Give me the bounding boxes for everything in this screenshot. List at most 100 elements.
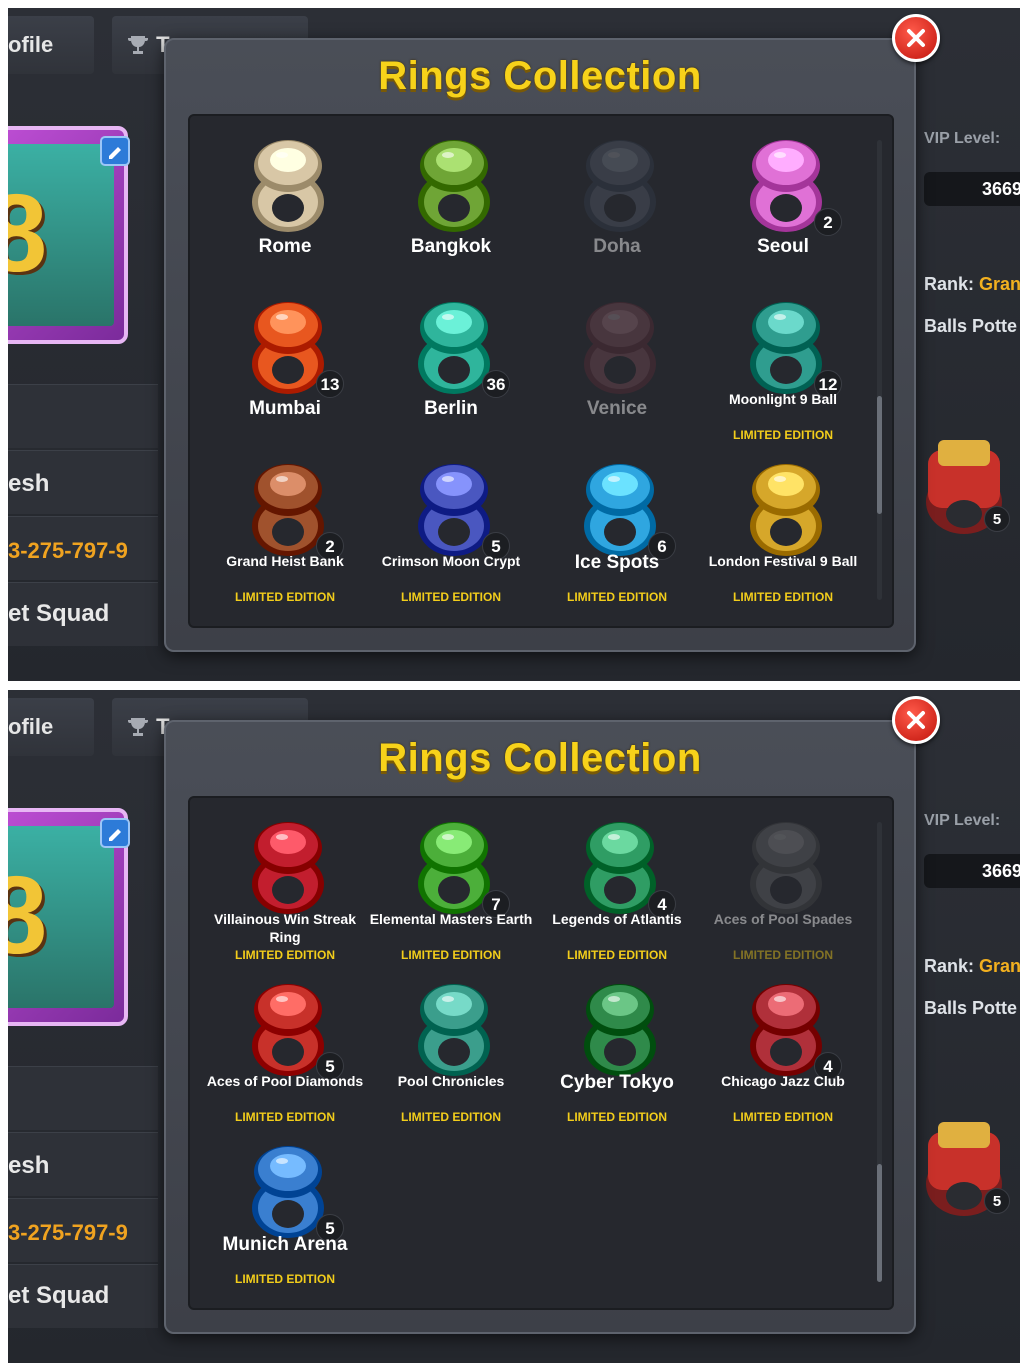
vip-label: VIP Level:: [924, 130, 1001, 147]
limited-edition-label: LIMITED EDITION: [401, 1110, 501, 1124]
vip-value: 3669: [924, 854, 1020, 888]
limited-edition-label: LIMITED EDITION: [567, 1110, 667, 1124]
ring-card[interactable]: 5 Crimson Moon Crypt LIMITED EDITION: [368, 460, 534, 618]
screenshot-top: ofile T 8 esh 3-275-797-9 et Squad VIP L…: [8, 8, 1020, 681]
club-name: et Squad: [8, 1282, 110, 1309]
player-id: 3-275-797-9: [8, 1220, 128, 1245]
rank-row: Rank: Gran: [924, 956, 1020, 976]
limited-edition-label: LIMITED EDITION: [567, 590, 667, 604]
ring-card[interactable]: Aces of Pool Spades LIMITED EDITION: [700, 818, 866, 976]
ring-card[interactable]: 12 Moonlight 9 Ball LIMITED EDITION: [700, 298, 866, 456]
ring-card[interactable]: 2 Seoul: [700, 136, 866, 294]
avatar-eight-ball: 8: [8, 854, 48, 977]
ring-card[interactable]: Villainous Win Streak Ring LIMITED EDITIO…: [202, 818, 368, 976]
left-row: [8, 384, 158, 448]
ring-name: Villainous Win Streak Ring: [214, 911, 356, 945]
ring-count-badge: 13: [316, 370, 344, 398]
trophy-icon: [128, 36, 148, 55]
rings-grid[interactable]: Villainous Win Streak Ring LIMITED EDITIO…: [188, 796, 894, 1310]
close-button[interactable]: [892, 14, 940, 62]
scrollbar-thumb[interactable]: [877, 396, 882, 514]
player-id: 3-275-797-9: [8, 538, 128, 563]
ring-card[interactable]: 7 Elemental Masters Earth LIMITED EDITION: [368, 818, 534, 976]
ring-card[interactable]: 4 Legends of Atlantis LIMITED EDITION: [534, 818, 700, 976]
ring-card[interactable]: 5 Munich Arena LIMITED EDITION: [202, 1142, 368, 1300]
ring-icon: [252, 822, 324, 914]
ring-name: Cyber Tokyo: [560, 1072, 674, 1093]
ring-name: Legends of Atlantis: [552, 911, 682, 927]
ring-name: Crimson Moon Crypt: [381, 553, 521, 569]
ring-icon: [750, 822, 822, 914]
ring-count-badge: 5: [984, 506, 1010, 532]
pencil-icon: [109, 829, 121, 841]
ring-name: Bangkok: [410, 236, 492, 257]
rank-row: Rank: Gran: [924, 274, 1020, 294]
dialog-title: Rings Collection: [378, 54, 702, 98]
limited-edition-label: LIMITED EDITION: [235, 590, 335, 604]
ring-icon: [584, 302, 656, 394]
ring-card[interactable]: Cyber Tokyo LIMITED EDITION: [534, 980, 700, 1138]
limited-edition-label: LIMITED EDITION: [401, 590, 501, 604]
ring-icon: [418, 984, 490, 1076]
scrollbar[interactable]: [877, 140, 882, 600]
ring-name: Ice Spots: [574, 552, 660, 573]
screenshot-bottom: ofile T 8 esh 3-275-797-9 et Squad VIP L…: [8, 690, 1020, 1363]
ring-name: Doha: [593, 236, 641, 257]
vip-value: 3669: [924, 172, 1020, 206]
ring-card[interactable]: 2 Grand Heist Bank LIMITED EDITION: [202, 460, 368, 618]
ring-card[interactable]: Rome: [202, 136, 368, 294]
ring-icon: [750, 464, 822, 556]
ring-name: Rome: [258, 236, 312, 257]
limited-edition-label: LIMITED EDITION: [733, 428, 833, 442]
scrollbar[interactable]: [877, 822, 882, 1282]
ring-card[interactable]: 5 Aces of Pool Diamonds LIMITED EDITION: [202, 980, 368, 1138]
ring-card[interactable]: 36 Berlin: [368, 298, 534, 456]
vip-label: VIP Level:: [924, 812, 1001, 829]
ring-count-badge: 36: [482, 370, 510, 398]
close-icon: [907, 29, 925, 47]
rings-grid[interactable]: Rome Bangkok Doha 2 Seoul 13 Mumbai 36 Berlin Ven…: [188, 114, 894, 628]
limited-edition-label: LIMITED EDITION: [733, 590, 833, 604]
edit-avatar-button[interactable]: [100, 136, 130, 166]
tab-profile[interactable]: ofile: [8, 698, 94, 756]
dialog-title: Rings Collection: [378, 736, 702, 780]
left-row: [8, 1066, 158, 1130]
ring-name: London Festival 9 Ball: [708, 553, 858, 569]
ring-name: Aces of Pool Diamonds: [206, 1073, 364, 1089]
balls-potted-label: Balls Potte: [924, 998, 1018, 1018]
ring-count-badge: 5: [984, 1188, 1010, 1214]
edit-avatar-button[interactable]: [100, 818, 130, 848]
ring-name: Grand Heist Bank: [226, 553, 344, 569]
ring-card[interactable]: Pool Chronicles LIMITED EDITION: [368, 980, 534, 1138]
ring-name: Munich Arena: [222, 1234, 348, 1255]
rings-collection-dialog: Rings Collection Villainous Win Streak R…: [164, 720, 916, 1334]
limited-edition-label: LIMITED EDITION: [235, 1110, 335, 1124]
scrollbar-thumb[interactable]: [877, 1164, 882, 1282]
ring-count-badge: 2: [814, 208, 842, 236]
ring-name: Aces of Pool Spades: [713, 911, 853, 927]
ring-card[interactable]: Doha: [534, 136, 700, 294]
player-name: esh: [8, 1152, 50, 1179]
ring-icon: [418, 140, 490, 232]
ring-card[interactable]: London Festival 9 Ball LIMITED EDITION: [700, 460, 866, 618]
ring-card[interactable]: Venice: [534, 298, 700, 456]
balls-potted-label: Balls Potte: [924, 316, 1018, 336]
ring-name: Pool Chronicles: [397, 1073, 505, 1089]
limited-edition-label: LIMITED EDITION: [235, 948, 335, 962]
ring-name: Elemental Masters Earth: [369, 911, 533, 927]
ring-name: Seoul: [757, 236, 809, 257]
ring-icon: [584, 140, 656, 232]
ring-card[interactable]: 4 Chicago Jazz Club LIMITED EDITION: [700, 980, 866, 1138]
avatar-eight-ball: 8: [8, 172, 48, 295]
ring-card[interactable]: Bangkok: [368, 136, 534, 294]
pencil-icon: [109, 147, 121, 159]
ring-card[interactable]: 13 Mumbai: [202, 298, 368, 456]
ring-card[interactable]: 6 Ice Spots LIMITED EDITION: [534, 460, 700, 618]
ring-name: Venice: [586, 398, 648, 419]
close-button[interactable]: [892, 696, 940, 744]
tab-profile[interactable]: ofile: [8, 16, 94, 74]
trophy-icon: [128, 718, 148, 737]
close-icon: [907, 711, 925, 729]
rings-collection-dialog: Rings Collection Rome Bangkok Doha 2 Seoul 13…: [164, 38, 916, 652]
limited-edition-label: LIMITED EDITION: [733, 1110, 833, 1124]
